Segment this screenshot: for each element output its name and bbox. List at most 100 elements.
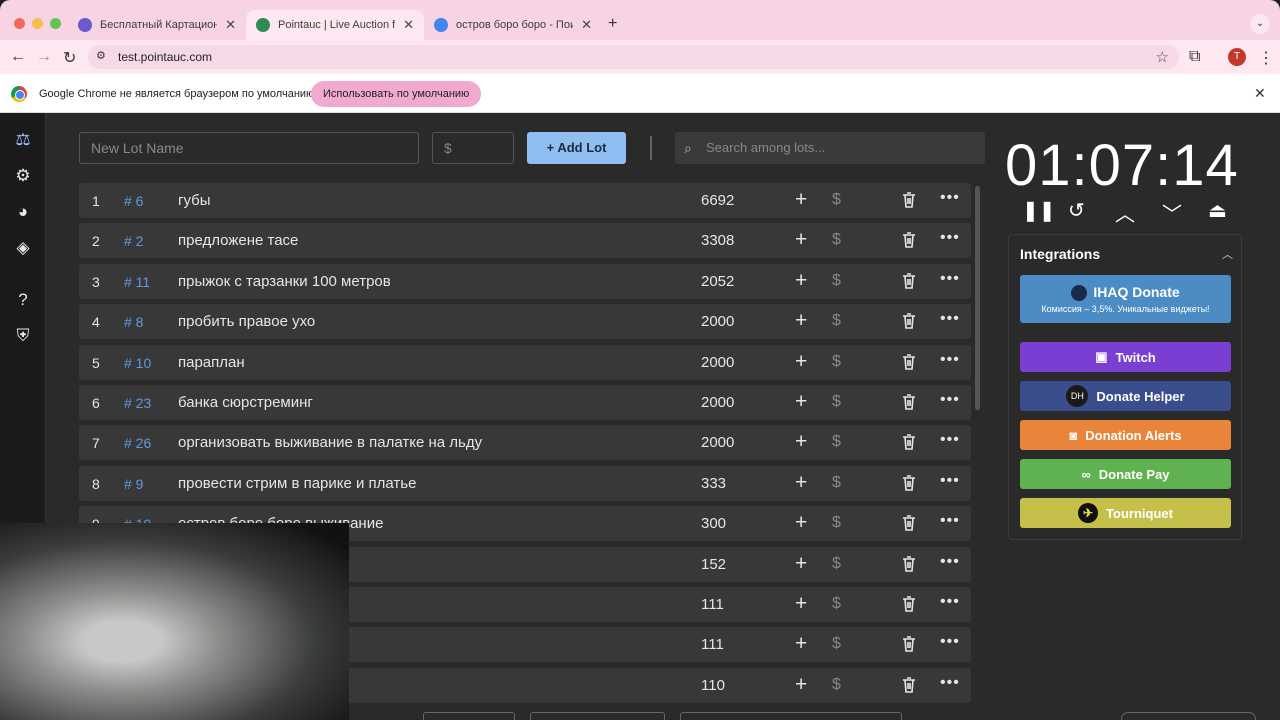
delete-lot-icon[interactable] [902, 434, 916, 451]
donate-helper-button[interactable]: DH Donate Helper [1020, 381, 1231, 411]
reload-icon[interactable]: ↻ [63, 48, 76, 68]
delete-lot-icon[interactable] [902, 353, 916, 370]
delete-lot-icon[interactable] [902, 394, 916, 410]
lot-name[interactable]: пробить правое ухо [178, 313, 315, 330]
more-options-icon[interactable]: ••• [940, 553, 960, 571]
lot-row[interactable]: 5 # 10 параплан 2000 + $ ••• [79, 344, 971, 380]
set-amount-icon[interactable]: $ [832, 635, 841, 653]
set-amount-icon[interactable]: $ [832, 555, 841, 573]
settings-gear-icon[interactable]: ⚙ [12, 165, 34, 187]
add-amount-icon[interactable]: + [795, 350, 807, 374]
lot-name[interactable]: провести стрим в парике и платье [178, 475, 416, 492]
add-amount-icon[interactable]: + [795, 390, 807, 414]
add-lot-button[interactable]: + Add Lot [527, 132, 626, 164]
more-options-icon[interactable]: ••• [940, 431, 960, 449]
lot-row[interactable]: 1 # 6 губы 6692 + $ ••• [79, 183, 971, 218]
more-options-icon[interactable]: ••• [940, 593, 960, 611]
add-amount-icon[interactable]: + [795, 592, 807, 616]
close-tab-icon[interactable]: ✕ [225, 17, 236, 33]
subtract-time-icon[interactable]: ﹀ [1162, 198, 1182, 227]
zoom-window-button[interactable] [50, 18, 61, 29]
set-amount-icon[interactable]: $ [832, 676, 841, 694]
delete-lot-icon[interactable] [902, 596, 916, 612]
extensions-icon[interactable]: ⧉ [1189, 48, 1200, 66]
add-amount-icon[interactable]: + [795, 269, 807, 293]
lot-row[interactable]: 2 # 2 предложене тасе 3308 + $ ••• [79, 223, 971, 259]
lot-row[interactable]: 8 # 9 провести стрим в парике и платье 333 +… [79, 465, 971, 501]
delete-lot-icon[interactable] [902, 313, 916, 329]
donate-pay-button[interactable]: ∞ Donate Pay [1020, 459, 1231, 489]
add-amount-icon[interactable]: + [795, 673, 807, 697]
more-options-icon[interactable]: ••• [940, 633, 960, 651]
reset-timer-icon[interactable]: ↺ [1068, 198, 1085, 223]
more-options-icon[interactable]: ••• [940, 310, 960, 328]
add-amount-icon[interactable]: + [795, 632, 807, 656]
lot-name[interactable]: организовать выживание в палатке на льду [178, 434, 482, 451]
more-options-icon[interactable]: ••• [940, 472, 960, 490]
bookmark-star-icon[interactable]: ☆ [1156, 48, 1169, 66]
more-options-icon[interactable]: ••• [940, 189, 960, 207]
wheel-pie-icon[interactable]: ◕ [12, 201, 34, 223]
pause-icon[interactable]: ❚❚ [1022, 198, 1056, 223]
site-info-icon[interactable]: ⚙ [96, 49, 106, 62]
twitch-button[interactable]: ▣ Twitch [1020, 342, 1231, 372]
add-amount-icon[interactable]: + [795, 309, 807, 333]
donation-alerts-button[interactable]: ◙ Donation Alerts [1020, 420, 1231, 450]
more-options-icon[interactable]: ••• [940, 512, 960, 530]
tourniquet-button[interactable]: ✈ Tourniquet [1020, 498, 1231, 528]
delete-lot-icon[interactable] [902, 636, 916, 653]
set-amount-icon[interactable]: $ [832, 393, 841, 411]
close-tab-icon[interactable]: ✕ [581, 17, 592, 33]
delete-lot-icon[interactable] [902, 232, 916, 249]
set-amount-icon[interactable]: $ [832, 474, 841, 492]
search-lots-input[interactable]: ⌕ Search among lots... [675, 132, 985, 164]
bottom-control-group[interactable] [530, 712, 665, 720]
set-amount-icon[interactable]: $ [832, 433, 841, 451]
delete-lot-icon[interactable] [902, 515, 916, 531]
bottom-control-group[interactable] [1121, 712, 1256, 720]
tab-pointauc[interactable]: Pointauc | Live Auction for Str ✕ [246, 10, 424, 40]
new-lot-name-input[interactable]: New Lot Name [79, 132, 419, 164]
add-amount-icon[interactable]: + [795, 228, 807, 252]
close-infobar-icon[interactable]: ✕ [1254, 85, 1266, 102]
lot-name[interactable]: банка сюрстреминг [178, 394, 313, 411]
lot-name[interactable]: предложене тасе [178, 232, 298, 249]
profile-avatar[interactable]: T [1228, 48, 1246, 66]
add-time-icon[interactable]: ︿ [1115, 198, 1135, 227]
more-options-icon[interactable]: ••• [940, 229, 960, 247]
layers-icon[interactable]: ◈ [12, 237, 34, 259]
more-options-icon[interactable]: ••• [940, 391, 960, 409]
add-amount-icon[interactable]: + [795, 471, 807, 495]
set-amount-icon[interactable]: $ [832, 312, 841, 330]
delete-lot-icon[interactable] [902, 192, 916, 208]
set-amount-icon[interactable]: $ [832, 353, 841, 371]
lot-row[interactable]: 6 # 23 банка сюрстреминг 2000 + $ ••• [79, 385, 971, 420]
tab-kartacion[interactable]: Бесплатный Картацион: Рас ✕ [68, 10, 246, 40]
lot-row[interactable]: 7 # 26 организовать выживание в палатке на… [79, 425, 971, 461]
set-amount-icon[interactable]: $ [832, 514, 841, 532]
double-up-icon[interactable]: ⏏ [1208, 198, 1227, 223]
add-amount-icon[interactable]: + [795, 552, 807, 576]
lots-scrollbar[interactable] [975, 186, 980, 410]
lot-row[interactable]: 4 # 8 пробить правое ухо 2000 + $ ••• [79, 304, 971, 340]
set-amount-icon[interactable]: $ [832, 595, 841, 613]
lot-name[interactable]: прыжок с тарзанки 100 метров [178, 273, 391, 290]
set-amount-icon[interactable]: $ [832, 231, 841, 249]
address-bar[interactable]: ⚙ test.pointauc.com ☆ [88, 45, 1179, 69]
set-amount-icon[interactable]: $ [832, 272, 841, 290]
lot-row[interactable]: 3 # 11 прыжок с тарзанки 100 метров 2052 + $ •… [79, 263, 971, 299]
new-tab-icon[interactable]: + [608, 15, 617, 33]
add-amount-icon[interactable]: + [795, 430, 807, 454]
ihaq-donate-button[interactable]: IHAQ Donate Комиссия – 3,5%. Уникальные … [1020, 275, 1231, 323]
lot-name[interactable]: губы [178, 192, 211, 209]
add-amount-icon[interactable]: + [795, 511, 807, 535]
delete-lot-icon[interactable] [902, 676, 916, 693]
collapse-chevron-icon[interactable]: ︿ [1222, 246, 1233, 262]
shield-icon[interactable]: ⛨ [12, 325, 34, 347]
delete-lot-icon[interactable] [902, 474, 916, 491]
chrome-menu-icon[interactable]: ⋮ [1258, 48, 1274, 68]
more-options-icon[interactable]: ••• [940, 270, 960, 288]
more-options-icon[interactable]: ••• [940, 351, 960, 369]
close-window-button[interactable] [14, 18, 25, 29]
lot-amount-input[interactable]: $ [432, 132, 514, 164]
